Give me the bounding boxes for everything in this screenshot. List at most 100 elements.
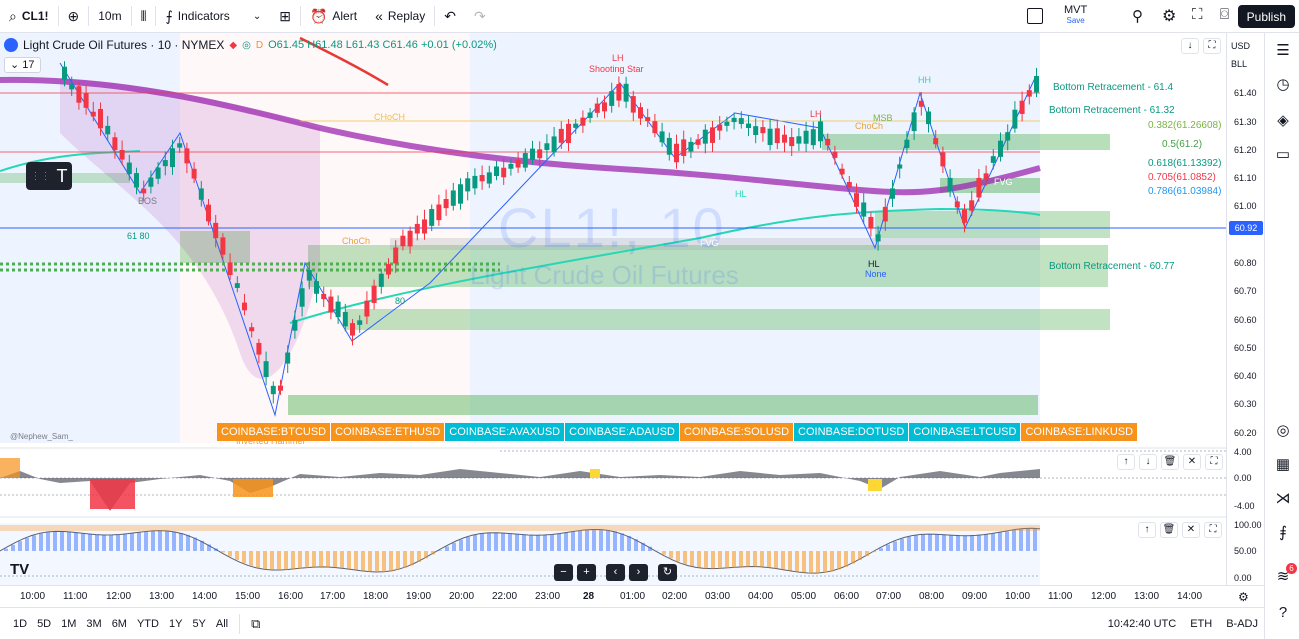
target-icon[interactable]: ◎	[1273, 421, 1293, 441]
osc2-bar	[858, 551, 862, 561]
settings-gear-icon[interactable]: ⚙	[1162, 6, 1176, 26]
close-icon[interactable]: ✕	[1182, 522, 1200, 538]
maximize-icon[interactable]: ⛶	[1203, 38, 1221, 54]
candle-body	[702, 129, 708, 144]
trash-icon[interactable]: 🗑	[1161, 454, 1179, 470]
reset-chart-icon[interactable]: ↻	[658, 564, 677, 581]
ideas-icon[interactable]: ⋊	[1273, 489, 1293, 509]
calendar-icon[interactable]: ▦	[1273, 455, 1293, 475]
osc2-bar	[228, 551, 232, 557]
ticker-chip[interactable]: COINBASE:ADAUSD	[565, 423, 680, 441]
price-axis[interactable]: USD BLL 61.40 61.30 61.20 61.10 61.00 60.80 60…	[1226, 33, 1264, 585]
drag-handle-icon[interactable]: ⋮⋮	[31, 171, 51, 182]
close-icon[interactable]: ✕	[1183, 454, 1201, 470]
chart-pane[interactable]: Light Crude Oil Futures · 10 · NYMEX ◆ ◎…	[0, 33, 1226, 585]
alert-button[interactable]: ⏰ Alert	[301, 0, 366, 33]
label-retracement-1: Bottom Retracement - 61.4	[1053, 82, 1174, 93]
chart-type-button[interactable]: ⫴	[132, 0, 156, 33]
arrow-down-icon[interactable]: ↓	[1181, 38, 1199, 54]
unit-label[interactable]: BLL	[1231, 59, 1247, 69]
scroll-right-icon[interactable]: ›	[629, 564, 648, 581]
chart-legend: Light Crude Oil Futures · 10 · NYMEX ◆ ◎…	[4, 38, 497, 52]
move-down-icon[interactable]: ↓	[1139, 454, 1157, 470]
osc2-bar	[88, 533, 92, 551]
time-tick: 05:00	[791, 591, 817, 602]
time-axis[interactable]: ⚙ 10:00 11:00 12:00 13:00 14:00 15:00 16:00 17:…	[0, 585, 1264, 607]
time-tick: 08:00	[919, 591, 945, 602]
replay-button[interactable]: « Replay	[366, 0, 434, 33]
go-to-date-icon[interactable]: ⧉	[246, 616, 265, 632]
indicators-button[interactable]: ⨍ Indicators ⌄	[156, 0, 270, 33]
symbol-search[interactable]: ⌕ CL1!	[0, 0, 58, 33]
undo-icon: ↶	[444, 7, 456, 24]
text-tool-icon[interactable]: T	[57, 166, 68, 187]
fullscreen-icon[interactable]: ⛶	[1192, 6, 1203, 23]
layers-icon[interactable]: ◈	[1273, 111, 1293, 131]
candle-body	[760, 127, 766, 134]
label-none: None	[865, 269, 887, 279]
candle-body	[292, 319, 298, 331]
camera-icon[interactable]: ⌼	[1220, 6, 1229, 23]
candle-body	[515, 159, 521, 168]
pine-editor-icon[interactable]: ⨎	[1273, 523, 1293, 543]
templates-button[interactable]: ⊞	[270, 0, 300, 33]
interval-button[interactable]: 10m	[89, 0, 130, 33]
alerts-clock-icon[interactable]: ◷	[1273, 75, 1293, 95]
range-button[interactable]: All	[211, 618, 233, 630]
range-button[interactable]: 5Y	[187, 618, 210, 630]
redo-button[interactable]: ↷	[465, 0, 495, 33]
move-up-icon[interactable]: ↑	[1117, 454, 1135, 470]
text-tool-floating[interactable]: ⋮⋮ T	[26, 162, 72, 190]
move-up-icon[interactable]: ↑	[1138, 522, 1156, 538]
help-icon[interactable]: ?	[1273, 603, 1293, 623]
ticker-chip[interactable]: COINBASE:DOTUSD	[794, 423, 910, 441]
layout-name-button[interactable]: MVT Save	[1064, 4, 1087, 25]
legend-title[interactable]: Light Crude Oil Futures · 10 · NYMEX	[23, 38, 224, 52]
candle-body	[134, 173, 139, 188]
range-button[interactable]: 1M	[56, 618, 81, 630]
quick-search-icon[interactable]: ⚲	[1132, 7, 1143, 25]
session-toggle[interactable]: ETH	[1190, 618, 1212, 630]
settings-gear-icon[interactable]: ⚙	[1238, 590, 1249, 604]
range-button[interactable]: 5D	[32, 618, 56, 630]
range-button[interactable]: 1D	[8, 618, 32, 630]
ticker-chip[interactable]: COINBASE:LTCUSD	[909, 423, 1022, 441]
chat-icon[interactable]: ▭	[1273, 145, 1293, 165]
demand-zone	[288, 395, 1038, 415]
candle-body	[933, 138, 939, 145]
scroll-left-icon[interactable]: ‹	[606, 564, 625, 581]
maximize-icon[interactable]: ⛶	[1205, 454, 1223, 470]
candle-body	[522, 153, 528, 168]
candle-body	[306, 269, 312, 281]
flag-icon[interactable]: ◆	[229, 40, 237, 51]
compare-button[interactable]: ⊕	[59, 0, 89, 33]
maximize-icon[interactable]: ⛶	[1204, 522, 1222, 538]
zoom-in-icon[interactable]: +	[577, 564, 596, 581]
zoom-out-icon[interactable]: −	[554, 564, 573, 581]
tradingview-logo[interactable]: TV	[10, 561, 29, 578]
ticker-chip[interactable]: COINBASE:AVAXUSD	[445, 423, 566, 441]
candle-body	[350, 323, 355, 336]
undo-button[interactable]: ↶	[435, 0, 465, 33]
watchlist-icon[interactable]: ☰	[1273, 41, 1293, 61]
range-button[interactable]: 1Y	[164, 618, 187, 630]
oscillator-histogram	[233, 479, 273, 497]
ticker-chip[interactable]: COINBASE:SOLUSD	[679, 423, 795, 441]
ticker-chip[interactable]: COINBASE:ETHUSD	[331, 423, 446, 441]
ticker-chip[interactable]: COINBASE:LINKUSD	[1021, 423, 1139, 441]
clock[interactable]: 10:42:40 UTC	[1108, 618, 1176, 630]
layout-select-button[interactable]	[1027, 8, 1043, 24]
range-button[interactable]: 6M	[107, 618, 132, 630]
publish-button[interactable]: Publish	[1237, 5, 1295, 28]
range-button[interactable]: YTD	[132, 618, 164, 630]
trash-icon[interactable]: 🗑	[1160, 522, 1178, 538]
adjust-toggle[interactable]: B-ADJ	[1226, 618, 1258, 630]
candle-body	[220, 237, 226, 255]
osc2-bar	[704, 551, 708, 569]
chart-canvas[interactable]	[0, 33, 1226, 585]
ticker-chip[interactable]: COINBASE:BTCUSD	[217, 423, 332, 441]
time-tick: 17:00	[320, 591, 346, 602]
range-button[interactable]: 3M	[81, 618, 106, 630]
indicator-toggle[interactable]: ⌄ 17	[4, 57, 41, 73]
currency-label[interactable]: USD	[1231, 41, 1250, 51]
